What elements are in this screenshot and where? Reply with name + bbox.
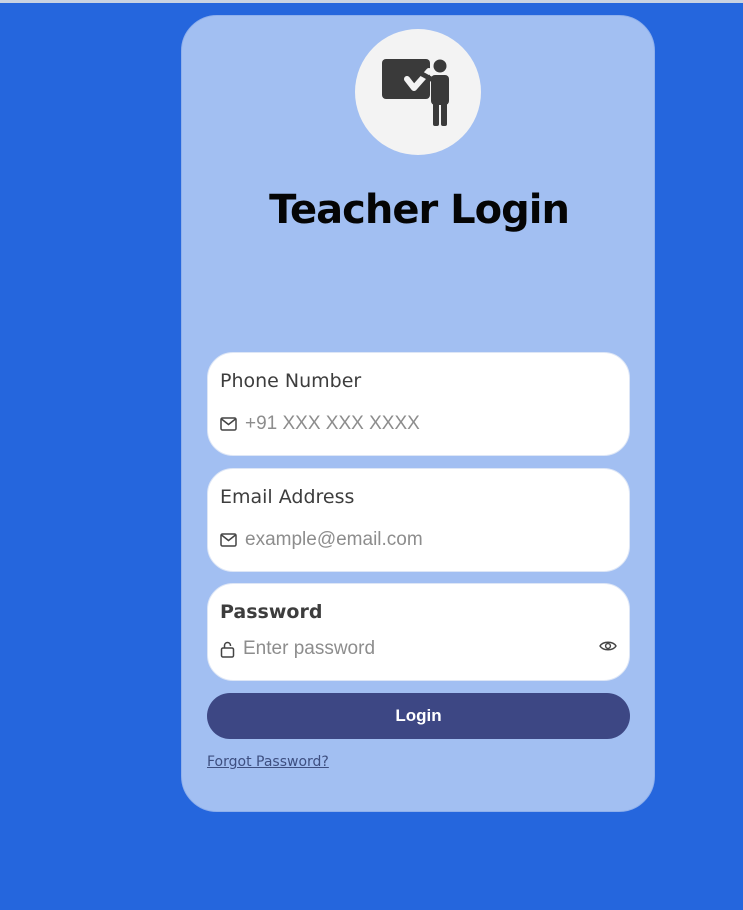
mail-icon xyxy=(220,417,237,431)
email-input[interactable] xyxy=(245,529,565,551)
login-button[interactable]: Login xyxy=(207,693,630,739)
page-title: Teacher Login xyxy=(269,187,570,233)
avatar xyxy=(355,29,481,155)
email-input-row xyxy=(220,528,617,552)
phone-input[interactable] xyxy=(245,413,565,435)
password-field-box: Password xyxy=(207,583,630,681)
password-label: Password xyxy=(220,601,323,623)
login-card: Teacher Login Phone Number Email Address… xyxy=(181,15,655,812)
phone-label: Phone Number xyxy=(220,370,362,392)
forgot-password-link[interactable]: Forgot Password? xyxy=(207,754,329,770)
email-label: Email Address xyxy=(220,486,355,508)
phone-input-row xyxy=(220,412,617,436)
email-field-box: Email Address xyxy=(207,468,630,572)
mail-icon xyxy=(220,533,237,547)
lock-icon xyxy=(220,641,235,658)
password-input[interactable] xyxy=(243,638,563,660)
teacher-at-board-icon xyxy=(382,59,449,126)
password-input-row xyxy=(220,637,617,661)
top-border xyxy=(0,0,743,3)
eye-icon[interactable] xyxy=(599,640,617,652)
phone-field-box: Phone Number xyxy=(207,352,630,456)
